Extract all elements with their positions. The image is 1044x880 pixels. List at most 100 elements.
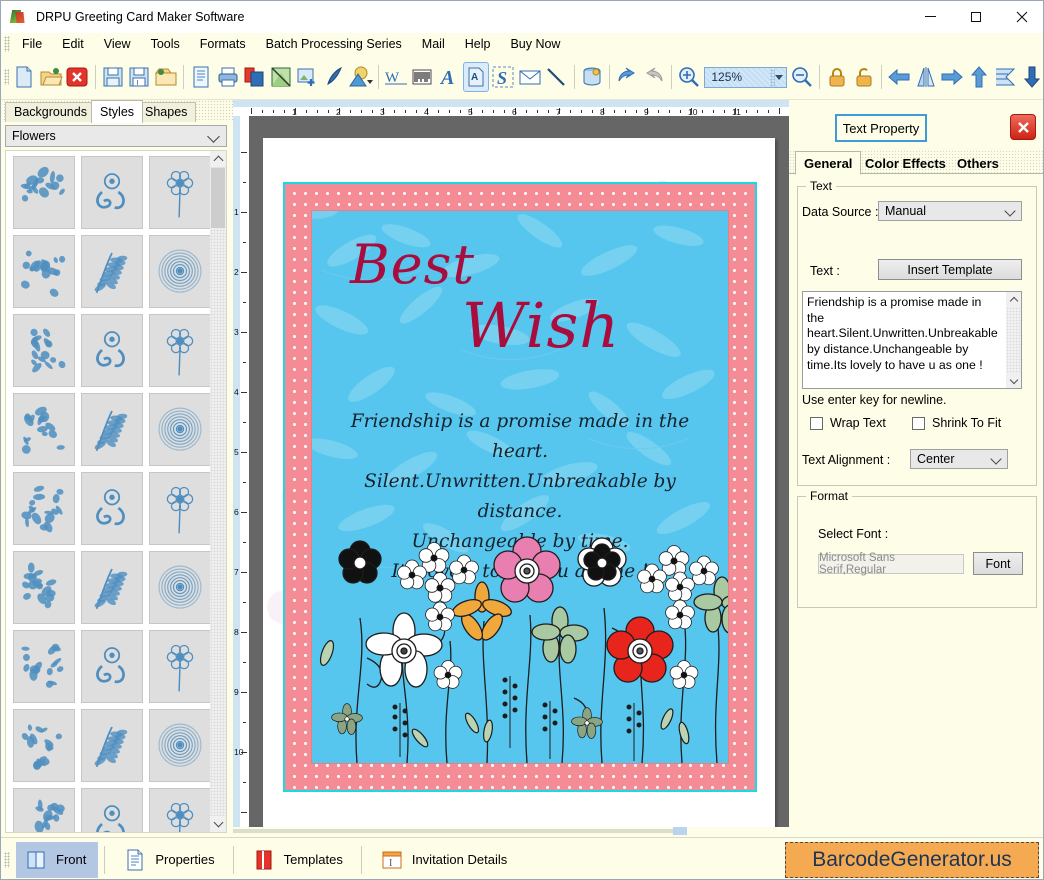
watermark-button[interactable]: W — [383, 62, 408, 92]
style-thumbnail[interactable] — [81, 156, 143, 229]
style-thumbnail[interactable] — [81, 393, 143, 466]
shrink-to-fit-checkbox-row[interactable]: Shrink To Fit — [912, 416, 1001, 430]
pen-button[interactable] — [322, 62, 347, 92]
toolbar-grip-icon[interactable] — [4, 69, 9, 85]
insert-image-button[interactable] — [295, 62, 320, 92]
minimize-button[interactable] — [907, 1, 953, 32]
wrap-text-checkbox-row[interactable]: Wrap Text — [810, 416, 886, 430]
undo-button[interactable] — [615, 62, 640, 92]
style-thumbnail[interactable] — [149, 551, 211, 624]
bottom-button-front[interactable]: Front — [16, 841, 99, 878]
style-thumbnail[interactable] — [13, 314, 75, 387]
scrollbar-thumb[interactable] — [673, 827, 687, 835]
style-thumbnail[interactable] — [13, 472, 75, 545]
scroll-up-button[interactable] — [210, 151, 226, 167]
menu-edit[interactable]: Edit — [52, 35, 94, 53]
menu-view[interactable]: View — [94, 35, 141, 53]
textarea-scroll-up[interactable] — [1006, 292, 1021, 306]
card-layers-button[interactable] — [242, 62, 267, 92]
style-thumbnail[interactable] — [149, 314, 211, 387]
shape-gallery-button[interactable] — [348, 62, 373, 92]
tab-backgrounds[interactable]: Backgrounds — [5, 102, 96, 122]
close-document-button[interactable] — [65, 62, 90, 92]
menu-mail[interactable]: Mail — [412, 35, 455, 53]
menu-file[interactable]: File — [12, 35, 52, 53]
style-thumbnail[interactable] — [81, 630, 143, 703]
flip-horizontal-button[interactable] — [913, 62, 938, 92]
save-as-button[interactable]: I — [127, 62, 152, 92]
shrink-to-fit-checkbox[interactable] — [912, 416, 925, 430]
close-button[interactable] — [999, 1, 1043, 32]
canvas-viewport[interactable]: Best Wish Friendship is a promise made i… — [249, 116, 789, 837]
align-bottom-button[interactable] — [1020, 62, 1043, 92]
chevron-down-icon[interactable] — [774, 74, 783, 80]
save-button[interactable] — [100, 62, 125, 92]
export-button[interactable] — [153, 62, 178, 92]
menu-tools[interactable]: Tools — [141, 35, 190, 53]
style-thumbnail[interactable] — [149, 788, 211, 832]
greeting-card[interactable]: Best Wish Friendship is a promise made i… — [283, 182, 757, 792]
card-page[interactable]: Best Wish Friendship is a promise made i… — [263, 138, 775, 828]
maximize-button[interactable] — [953, 1, 999, 32]
style-thumbnail[interactable] — [81, 709, 143, 782]
text-textarea[interactable]: Friendship is a promise made in the hear… — [802, 291, 1022, 389]
bottom-button-invitation-details[interactable]: I Invitation Details — [372, 842, 519, 878]
style-thumbnail[interactable] — [149, 709, 211, 782]
print-button[interactable] — [215, 62, 240, 92]
open-button[interactable] — [38, 62, 63, 92]
style-thumbnail[interactable] — [81, 472, 143, 545]
bottom-button-templates[interactable]: Templates — [244, 842, 355, 878]
text-alignment-select[interactable]: Center — [910, 449, 1008, 469]
unlock-button[interactable] — [851, 62, 876, 92]
style-thumbnail[interactable] — [13, 156, 75, 229]
style-thumbnail[interactable] — [149, 630, 211, 703]
tab-general[interactable]: General — [795, 151, 862, 175]
menu-help[interactable]: Help — [455, 35, 501, 53]
style-thumbnail[interactable] — [81, 314, 143, 387]
barcode-button[interactable] — [410, 62, 435, 92]
textarea-scroll-down[interactable] — [1006, 374, 1021, 388]
line-button[interactable] — [544, 62, 569, 92]
panel-close-button[interactable] — [1010, 114, 1036, 140]
distribute-button[interactable] — [993, 62, 1018, 92]
font-button[interactable]: Font — [973, 552, 1023, 575]
bottom-button-properties[interactable]: Properties — [115, 842, 226, 878]
signature-button[interactable]: S — [491, 62, 516, 92]
zoom-combo[interactable]: 125% — [704, 66, 787, 88]
category-select[interactable]: Flowers — [5, 125, 227, 147]
style-thumbnail[interactable] — [81, 235, 143, 308]
envelope-button[interactable] — [518, 62, 543, 92]
style-thumbnail[interactable] — [13, 235, 75, 308]
menu-grip-icon[interactable] — [4, 36, 10, 52]
scroll-down-button[interactable] — [210, 816, 226, 832]
style-thumbnail[interactable] — [13, 709, 75, 782]
menu-batch-processing-series[interactable]: Batch Processing Series — [256, 35, 412, 53]
menu-buy-now[interactable]: Buy Now — [500, 35, 570, 53]
align-right-button[interactable] — [940, 62, 965, 92]
text-box-button[interactable]: A — [463, 62, 490, 92]
database-button[interactable] — [580, 62, 605, 92]
zoom-in-button[interactable] — [677, 62, 702, 92]
style-thumbnail[interactable] — [149, 472, 211, 545]
canvas-horizontal-scrollbar[interactable] — [233, 827, 789, 837]
menu-formats[interactable]: Formats — [190, 35, 256, 53]
redo-button[interactable] — [641, 62, 666, 92]
style-thumbnail[interactable] — [13, 551, 75, 624]
lock-button[interactable] — [825, 62, 850, 92]
thumbnail-scrollbar[interactable] — [210, 151, 226, 832]
zoom-out-button[interactable] — [790, 62, 815, 92]
bottom-grip-icon[interactable] — [4, 851, 10, 868]
page-setup-button[interactable] — [189, 62, 214, 92]
style-thumbnail[interactable] — [13, 393, 75, 466]
tab-others[interactable]: Others — [949, 153, 1007, 174]
text-button[interactable]: A — [437, 62, 462, 92]
style-thumbnail[interactable] — [149, 156, 211, 229]
insert-template-button[interactable]: Insert Template — [878, 259, 1022, 280]
background-button[interactable] — [268, 62, 293, 92]
tab-styles[interactable]: Styles — [91, 100, 144, 123]
scrollbar-thumb[interactable] — [211, 168, 225, 228]
style-thumbnail[interactable] — [13, 630, 75, 703]
style-thumbnail[interactable] — [149, 235, 211, 308]
style-thumbnail[interactable] — [13, 788, 75, 832]
tab-color-effects[interactable]: Color Effects — [857, 153, 954, 174]
